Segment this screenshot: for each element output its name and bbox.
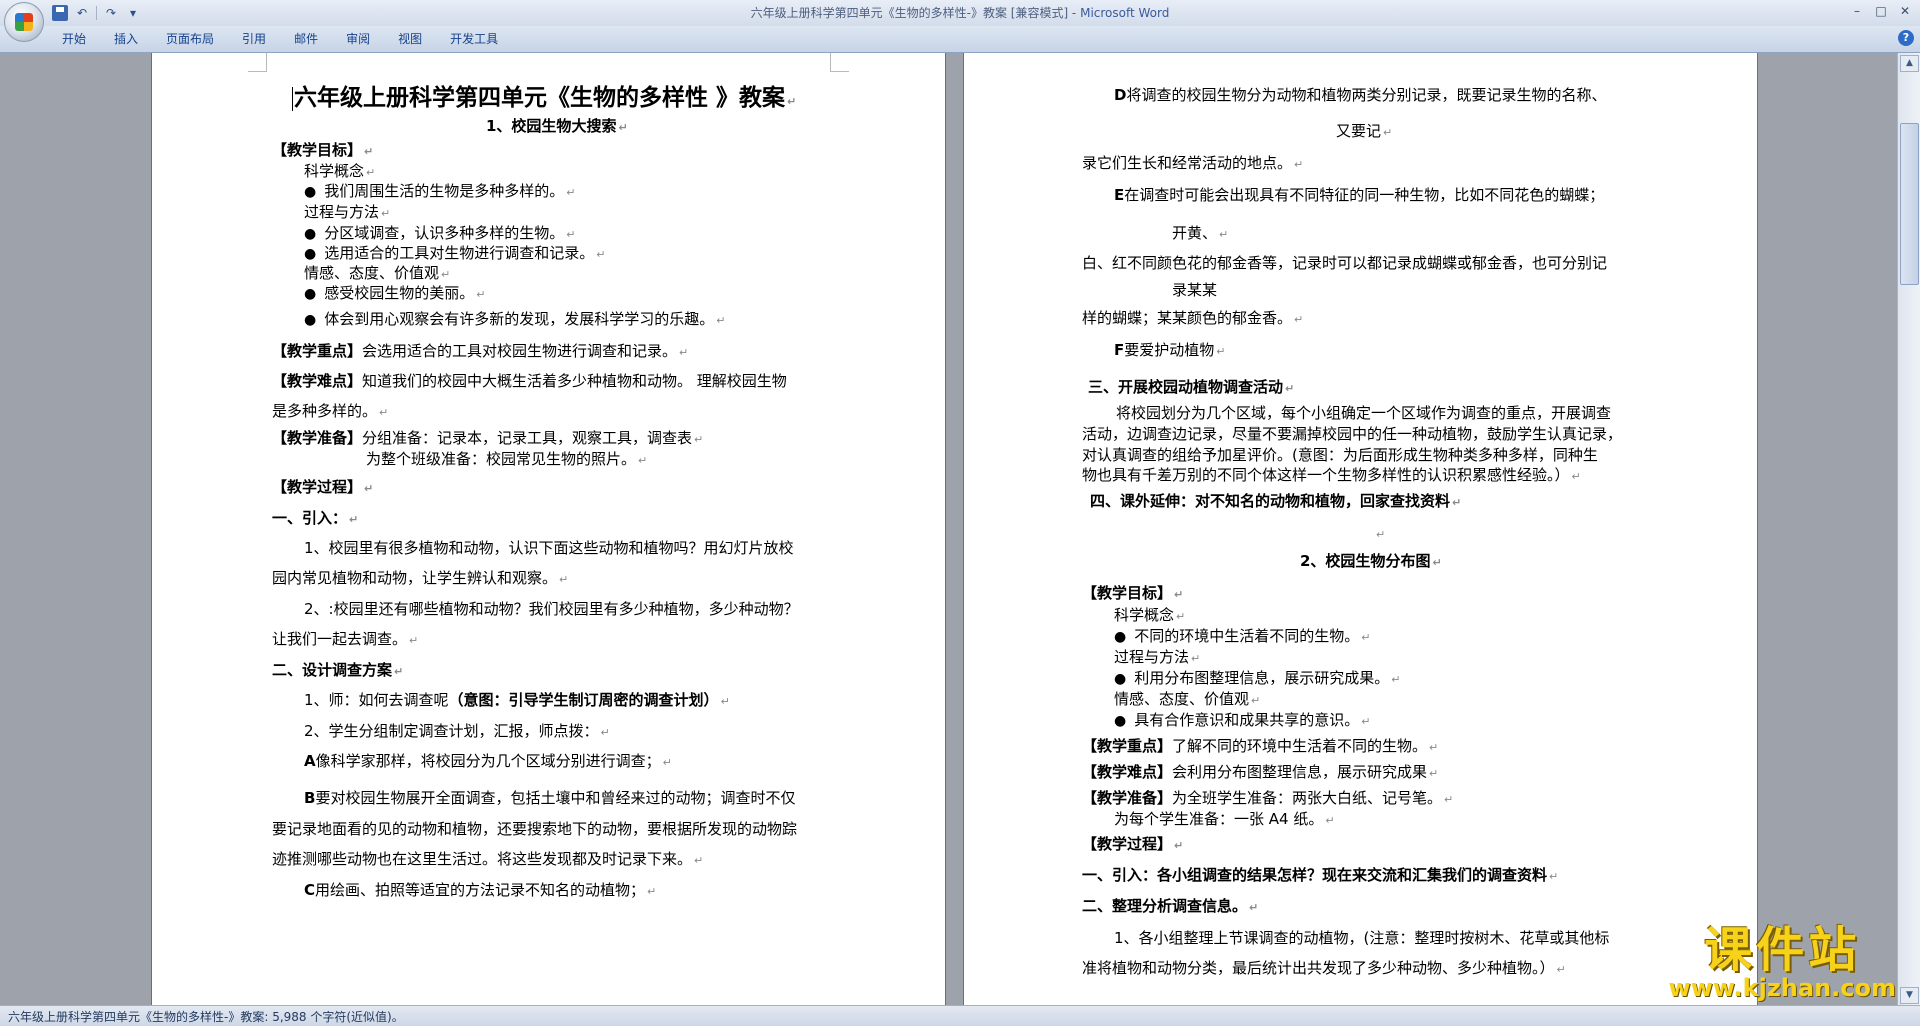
text-line: 是多种多样的。 [272, 401, 388, 423]
office-logo-icon [15, 13, 33, 31]
bullet-item: 分区域调查，认识多种多样的生物。 [304, 223, 575, 245]
text-line: 又要记 [1336, 121, 1392, 143]
difficulty-line: 【教学难点】知道我们的校园中大概生活着多少种植物和动物。 理解校园生物 [272, 372, 787, 390]
watermark-main-text: 课件站 [1704, 922, 1861, 978]
section-heading: 二、设计调查方案 [272, 660, 403, 682]
text-line: F要爱护动植物 [1114, 340, 1225, 362]
document-title: 六年级上册科学第四单元《生物的多样性-》教案 [兼容模式] - [750, 6, 1077, 20]
ribbon-tabs: 开始 插入 页面布局 引用 邮件 审阅 视图 开发工具 [48, 29, 512, 49]
scroll-up-icon[interactable]: ▲ [1900, 55, 1919, 72]
text-line: 一、引入：各小组调查的结果怎样？现在来交流和汇集我们的调查资料 [1082, 865, 1558, 887]
text-line: 对认真调查的组给予加星评价。(意图：为后面形成生物种类多种多样，同种生 [1082, 446, 1598, 464]
tab-review[interactable]: 审阅 [332, 29, 384, 49]
section-heading: 【教学目标】 [1082, 583, 1183, 605]
scrollbar-thumb[interactable] [1900, 123, 1919, 285]
text-cursor [292, 86, 293, 111]
crop-mark [248, 53, 267, 72]
status-text[interactable]: 六年级上册科学第四单元《生物的多样性-》教案: 5,988 个字符(近似值)。 [8, 1008, 404, 1025]
bullet-item: 利用分布图整理信息，展示研究成果。 [1114, 668, 1400, 690]
close-button[interactable]: ✕ [1894, 2, 1916, 20]
text-line: 样的蝴蝶；某某颜色的郁金香。 [1082, 308, 1303, 330]
window-controls: – □ ✕ [1846, 2, 1916, 20]
text-line: 为整个班级准备：校园常见生物的照片。 [366, 449, 647, 471]
scroll-down-icon[interactable]: ▼ [1900, 987, 1919, 1004]
window-title: 六年级上册科学第四单元《生物的多样性-》教案 [兼容模式] - Microsof… [0, 4, 1920, 21]
text-line: 过程与方法 [304, 202, 390, 224]
tab-mailings[interactable]: 邮件 [280, 29, 332, 49]
text-line: 1、各小组整理上节课调查的动植物，(注意：整理时按树木、花草或其他标 [1114, 929, 1610, 947]
tab-insert[interactable]: 插入 [100, 29, 152, 49]
text-line: 2、:校园里还有哪些植物和动物？我们校园里有多少种植物，多少种动物？ [304, 600, 799, 618]
bullet-item: 我们周围生活的生物是多种多样的。 [304, 181, 575, 203]
maximize-button[interactable]: □ [1870, 2, 1892, 20]
key-point-line: 【教学重点】了解不同的环境中生活着不同的生物。 [1082, 736, 1438, 758]
title-bar: ↶ ↷ ▾ 六年级上册科学第四单元《生物的多样性-》教案 [兼容模式] - Mi… [0, 0, 1920, 42]
tab-view[interactable]: 视图 [384, 29, 436, 49]
text-line: 活动，边调查边记录，尽量不要漏掉校园中的任一种动植物，鼓励学生认真记录， [1082, 425, 1623, 443]
text-line: 录某某 [1172, 281, 1218, 299]
text-line: 科学概念 [304, 161, 375, 183]
lesson-subtitle: 2、校园生物分布图 [1300, 551, 1442, 573]
tab-page-layout[interactable]: 页面布局 [152, 29, 228, 49]
text-line: 情感、态度、价值观 [304, 263, 450, 285]
text-line: 迹推测哪些动物也在这里生活过。将这些发现都及时记录下来。 [272, 849, 703, 871]
text-line: 情感、态度、价值观 [1114, 689, 1260, 711]
text-line: 将校园划分为几个区域，每个小组确定一个区域作为调查的重点，开展调查 [1116, 404, 1612, 422]
section-heading: 二、整理分析调查信息。 [1082, 896, 1258, 918]
text-line: C用绘画、拍照等适宜的方法记录不知名的动植物； [304, 880, 656, 902]
page-left[interactable]: 六年级上册科学第四单元《生物的多样性 》教案 1、校园生物大搜索 【教学目标】 … [152, 53, 945, 1005]
vertical-scrollbar[interactable]: ▲ ▼ [1897, 53, 1920, 1005]
ribbon: 开始 插入 页面布局 引用 邮件 审阅 视图 开发工具 ? [0, 26, 1920, 53]
tab-references[interactable]: 引用 [228, 29, 280, 49]
doc-title[interactable]: 六年级上册科学第四单元《生物的多样性 》教案 [292, 83, 796, 117]
tab-home[interactable]: 开始 [48, 29, 100, 49]
office-button[interactable] [4, 2, 44, 42]
bullet-item: 选用适合的工具对生物进行调查和记录。 [304, 243, 605, 265]
section-heading: 【教学目标】 [272, 140, 373, 162]
watermark-logo: 课件站 www.kjzhan.com [1669, 924, 1896, 1000]
status-bar: 六年级上册科学第四单元《生物的多样性-》教案: 5,988 个字符(近似值)。 [0, 1005, 1920, 1026]
text-line: 开黄、 [1172, 223, 1228, 245]
help-icon[interactable]: ? [1898, 30, 1914, 46]
prep-line: 【教学准备】分组准备：记录本，记录工具，观察工具，调查表 [272, 428, 703, 450]
section-heading: 一、引入： [272, 508, 358, 530]
bullet-item: 具有合作意识和成果共享的意识。 [1114, 710, 1370, 732]
section-heading: 四、课外延伸：对不知名的动物和植物，回家查找资料 [1090, 491, 1461, 513]
text-line: 物也具有千差万别的不同个体这样一个生物多样性的认识积累感性经验。） [1082, 465, 1581, 487]
text-line: 白、红不同颜色花的郁金香等，记录时可以都记录成蝴蝶或郁金香，也可分别记 [1082, 254, 1608, 272]
text-line: 为每个学生准备：一张 A4 纸。 [1114, 809, 1335, 831]
text-line: 2、学生分组制定调查计划，汇报，师点拨： [304, 721, 610, 743]
section-heading: 三、开展校园动植物调查活动 [1088, 377, 1294, 399]
doc-subtitle: 1、校园生物大搜索 [486, 116, 628, 138]
text-line: 科学概念 [1114, 605, 1185, 627]
app-name: Microsoft Word [1080, 6, 1170, 20]
text-line: B要对校园生物展开全面调查，包括土壤中和曾经来过的动物；调查时不仅 [304, 789, 796, 807]
text-line: 准将植物和动物分类，最后统计出共发现了多少种动物、多少种植物。） [1082, 958, 1566, 980]
text-line: 过程与方法 [1114, 647, 1200, 669]
section-heading: 【教学过程】 [1082, 834, 1183, 856]
text-line: 园内常见植物和动物，让学生辨认和观察。 [272, 568, 568, 590]
text-line: 录它们生长和经常活动的地点。 [1082, 153, 1303, 175]
tab-developer[interactable]: 开发工具 [436, 29, 512, 49]
text-line: 要记录地面看的见的动物和植物，还要搜索地下的动物，要根据所发现的动物踪 [272, 820, 798, 838]
text-line: 1、校园里有很多植物和动物，认识下面这些动物和植物吗？用幻灯片放校 [304, 539, 794, 557]
empty-paragraph [1374, 523, 1385, 545]
text-line: 让我们一起去调查。 [272, 629, 418, 651]
difficulty-line: 【教学难点】会利用分布图整理信息，展示研究成果 [1082, 762, 1438, 784]
text-line: A像科学家那样，将校园分为几个区域分别进行调查； [304, 751, 672, 773]
bullet-item: 体会到用心观察会有许多新的发现，发展科学学习的乐趣。 [304, 309, 725, 331]
text-line: E在调查时可能会出现具有不同特征的同一种生物，比如不同花色的蝴蝶； [1114, 186, 1605, 204]
document-area[interactable]: 六年级上册科学第四单元《生物的多样性 》教案 1、校园生物大搜索 【教学目标】 … [0, 53, 1898, 1005]
bullet-item: 感受校园生物的美丽。 [304, 283, 485, 305]
section-heading: 【教学过程】 [272, 477, 373, 499]
text-line: 1、师：如何去调查呢（意图：引导学生制订周密的调查计划） [304, 690, 730, 712]
key-point-line: 【教学重点】会选用适合的工具对校园生物进行调查和记录。 [272, 341, 688, 363]
prep-line: 【教学准备】为全班学生准备：两张大白纸、记号笔。 [1082, 788, 1453, 810]
page-right[interactable]: D将调查的校园生物分为动物和植物两类分别记录，既要记录生物的名称、 又要记 录它… [964, 53, 1757, 1005]
watermark-url: www.kjzhan.com [1668, 974, 1896, 1002]
minimize-button[interactable]: – [1846, 2, 1868, 20]
text-line: D将调查的校园生物分为动物和植物两类分别记录，既要记录生物的名称、 [1114, 86, 1607, 104]
bullet-item: 不同的环境中生活着不同的生物。 [1114, 626, 1370, 648]
crop-mark [830, 53, 849, 72]
